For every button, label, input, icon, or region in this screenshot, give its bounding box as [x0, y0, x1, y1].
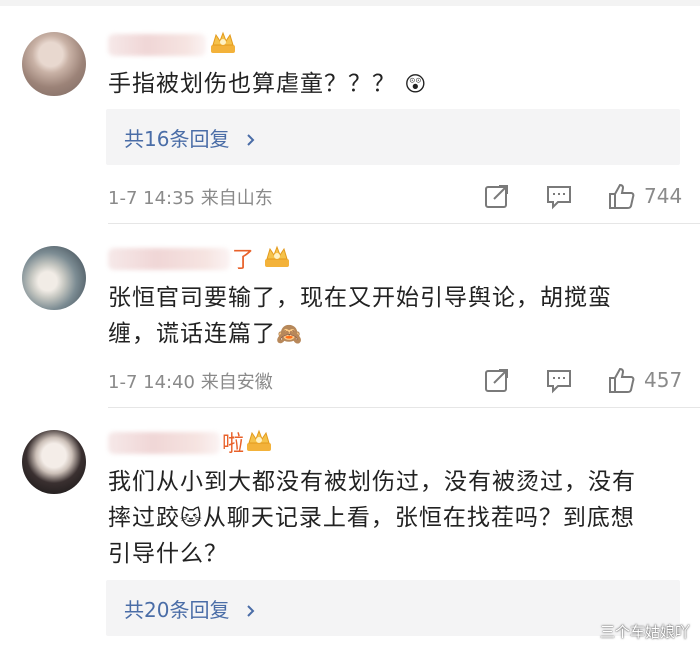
comment-text: 张恒官司要输了，现在又开始引导舆论，胡搅蛮 缠，谎话连篇了🙈	[108, 285, 612, 347]
chevron-right-icon	[247, 605, 255, 617]
share-icon[interactable]	[482, 180, 512, 212]
reply-summary[interactable]: 共20条回复	[106, 580, 680, 636]
comment-meta: 1-7 14:35 来自山东	[108, 188, 273, 209]
crown-badge-icon	[265, 245, 289, 267]
avatar[interactable]	[22, 32, 86, 96]
share-icon[interactable]	[482, 364, 512, 396]
thumbs-up-icon[interactable]	[606, 180, 636, 212]
comment-meta: 1-7 14:40 来自安徽	[108, 372, 273, 393]
comment-text: 手指被划伤也算虐童？？？ 😲	[108, 71, 428, 97]
like-count: 744	[644, 184, 683, 208]
comment-icon[interactable]	[544, 364, 574, 396]
divider	[108, 407, 700, 408]
username-suffix[interactable]: 啦	[222, 426, 244, 458]
surprised-emoji-icon: 😲	[404, 72, 428, 96]
username-blurred[interactable]	[108, 34, 206, 56]
view-replies-link[interactable]: 共16条回复	[124, 123, 258, 152]
comment-actions: 457	[482, 364, 682, 396]
username-blurred[interactable]	[108, 432, 220, 454]
reply-summary[interactable]: 共16条回复	[106, 109, 680, 165]
avatar[interactable]	[22, 430, 86, 494]
username-blurred[interactable]	[108, 248, 230, 270]
comment-icon[interactable]	[544, 180, 574, 212]
top-separator	[0, 0, 700, 6]
crown-badge-icon	[211, 31, 235, 53]
watermark: 三个车姑娘吖	[599, 623, 690, 641]
like-count: 457	[644, 368, 683, 392]
monkey-emoji-icon: 🙈	[276, 322, 304, 346]
cat-emoji-icon: 🐱	[180, 506, 203, 530]
username-suffix[interactable]: 了	[232, 242, 254, 274]
divider	[108, 223, 700, 224]
thumbs-up-icon[interactable]	[606, 364, 636, 396]
chevron-right-icon	[247, 134, 255, 146]
comment-actions: 744	[482, 180, 682, 212]
avatar[interactable]	[22, 246, 86, 310]
comment-text: 我们从小到大都没有被划伤过，没有被烫过，没有 摔过跤🐱从聊天记录上看，张恒在找茬…	[108, 469, 636, 567]
crown-badge-icon	[247, 429, 271, 451]
view-replies-link[interactable]: 共20条回复	[124, 594, 258, 623]
